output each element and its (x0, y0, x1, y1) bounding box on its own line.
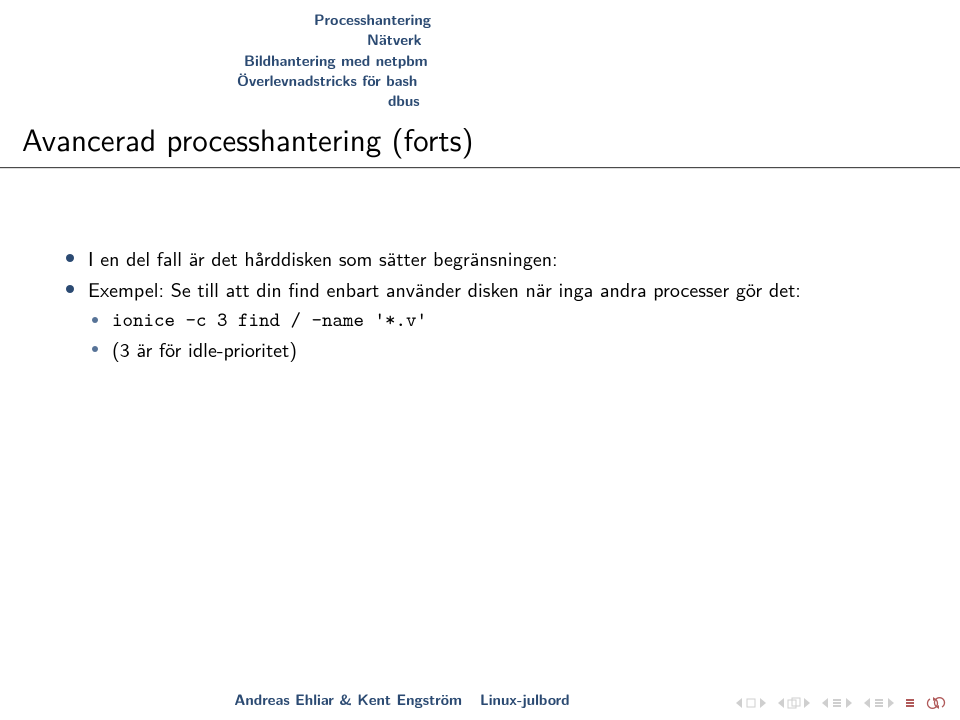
triangle-left-icon (862, 697, 872, 709)
square-icon (745, 697, 757, 709)
triangle-left-icon (734, 697, 744, 709)
topic-dbus[interactable]: dbus (210, 91, 960, 111)
footer-author: Andreas Ehliar & Kent Engström (0, 689, 480, 710)
double-square-icon (787, 697, 801, 709)
bars-icon (873, 697, 885, 709)
beamer-nav-controls (734, 696, 948, 710)
bullet-subitem-code: ionice -c 3 find / -name '*.v' (60, 307, 900, 334)
topic-overlevnadstricks[interactable]: Överlevnadstricks för bash (210, 71, 960, 91)
nav-slide-group[interactable] (734, 697, 768, 709)
frame-title: Avancerad processhantering (forts) (0, 115, 960, 167)
triangle-left-icon (776, 697, 786, 709)
nav-frame-group[interactable] (776, 697, 812, 709)
title-divider-shadow (0, 168, 960, 169)
slide: Processhantering Nätverk Bildhantering m… (0, 0, 960, 720)
bars-red-icon (904, 697, 916, 709)
title-region: Avancerad processhantering (forts) (0, 115, 960, 169)
topic-bildhantering[interactable]: Bildhantering med netpbm (210, 51, 960, 71)
triangle-right-icon (758, 697, 768, 709)
nav-lines-icon[interactable] (904, 697, 916, 709)
triangle-right-icon (802, 697, 812, 709)
triangle-left-icon (820, 697, 830, 709)
bars-icon (831, 697, 843, 709)
bullet-item: I en del fall är det hårddisken som sätt… (60, 245, 900, 272)
topic-processhantering[interactable]: Processhantering (210, 10, 960, 30)
content-body: I en del fall är det hårddisken som sätt… (60, 245, 900, 365)
topic-natverk[interactable]: Nätverk (210, 30, 960, 50)
circular-arrows-icon (924, 696, 948, 710)
triangle-right-icon (886, 697, 896, 709)
nav-topics: Processhantering Nätverk Bildhantering m… (0, 10, 960, 111)
bullet-subitem: (3 är för idle-prioritet) (60, 336, 900, 363)
triangle-right-icon (844, 697, 854, 709)
nav-back-forward[interactable] (924, 696, 948, 710)
nav-section-group[interactable] (862, 697, 896, 709)
bullet-item: Exempel: Se till att din find enbart anv… (60, 276, 900, 303)
nav-subsection-group[interactable] (820, 697, 854, 709)
